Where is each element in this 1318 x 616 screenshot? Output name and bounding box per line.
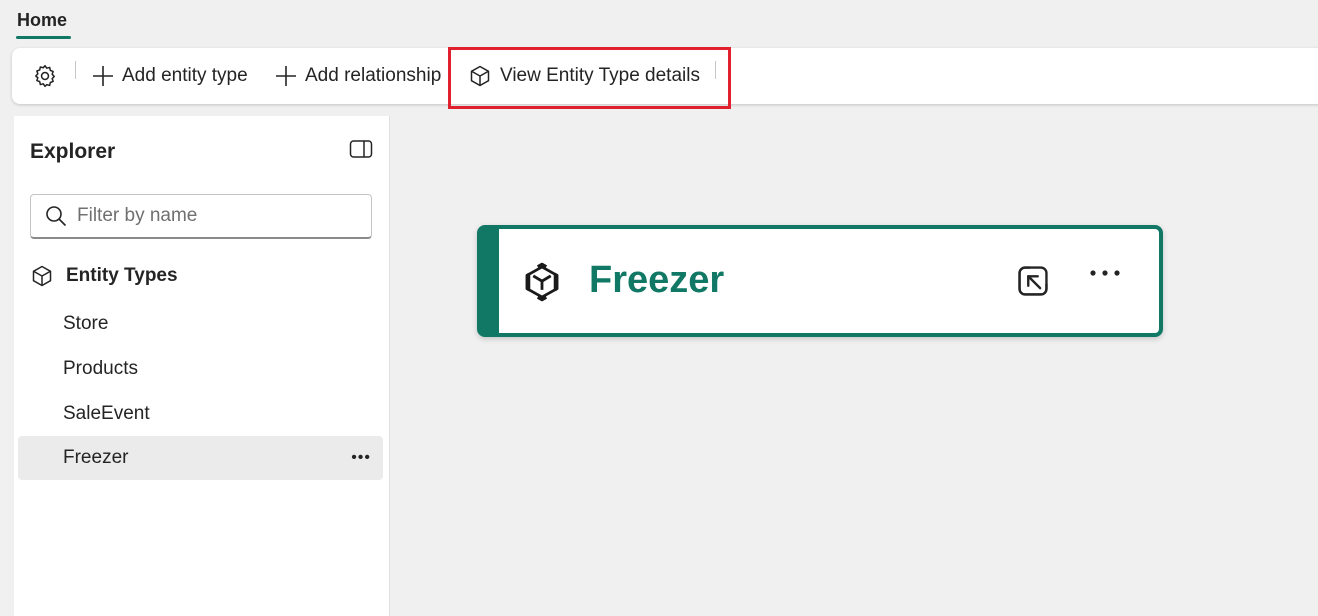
- add-entity-type-label: Add entity type: [122, 65, 248, 86]
- tab-home[interactable]: Home: [17, 10, 67, 31]
- tab-bar: Home: [0, 0, 1318, 44]
- filter-input[interactable]: [77, 205, 357, 227]
- collapse-panel-icon[interactable]: [349, 139, 373, 164]
- explorer-panel: Explorer Entity Types Store Products Sal…: [14, 116, 390, 616]
- view-entity-type-details-button[interactable]: View Entity Type details: [468, 48, 700, 104]
- plus-icon: [93, 66, 113, 86]
- add-entity-type-button[interactable]: Add entity type: [92, 48, 248, 104]
- entity-types-label: Entity Types: [66, 265, 178, 286]
- entity-types-section[interactable]: Entity Types: [30, 262, 178, 290]
- toolbar-divider: [715, 61, 716, 79]
- plus-icon: [276, 66, 296, 86]
- gear-icon: [35, 64, 55, 88]
- tree-item-freezer[interactable]: Freezer •••: [18, 436, 383, 480]
- toolbar-divider: [75, 61, 76, 79]
- view-entity-type-details-label: View Entity Type details: [500, 65, 700, 86]
- tree-item-label: Products: [63, 358, 138, 379]
- entity-node-title: Freezer: [589, 259, 725, 301]
- tree-item-label: Freezer: [63, 447, 129, 468]
- entity-node-freezer[interactable]: Freezer: [477, 225, 1163, 337]
- tree-item-saleevent[interactable]: SaleEvent: [18, 392, 383, 436]
- node-more-options-icon[interactable]: [1089, 265, 1121, 283]
- cube-icon: [470, 65, 490, 87]
- tree-item-products[interactable]: Products: [18, 347, 383, 391]
- explorer-title: Explorer: [30, 140, 116, 163]
- ribbon-toolbar: Add entity type Add relationship View En…: [12, 48, 1318, 104]
- add-relationship-button[interactable]: Add relationship: [275, 48, 441, 104]
- more-options-icon[interactable]: •••: [351, 449, 371, 467]
- tree-item-label: Store: [63, 313, 109, 334]
- open-details-icon[interactable]: [1014, 262, 1052, 305]
- filter-input-box[interactable]: [30, 194, 372, 239]
- tab-active-indicator: [16, 36, 71, 39]
- cube-icon: [521, 261, 563, 308]
- graph-canvas[interactable]: [391, 116, 1318, 616]
- add-relationship-label: Add relationship: [305, 65, 442, 86]
- cube-icon: [32, 265, 52, 287]
- settings-button[interactable]: [32, 48, 58, 104]
- search-icon: [46, 206, 67, 227]
- tree-item-label: SaleEvent: [63, 403, 150, 424]
- tree-item-store[interactable]: Store: [18, 302, 383, 346]
